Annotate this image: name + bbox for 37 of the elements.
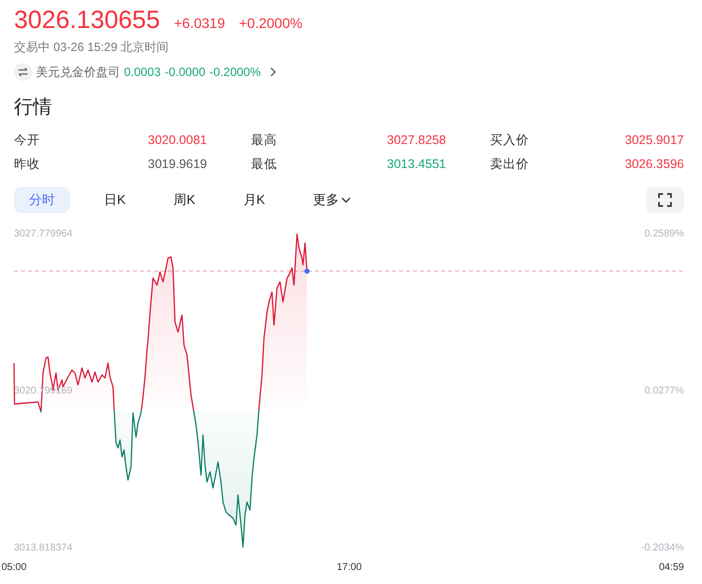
stat-value: 3013.4551 [386, 156, 446, 173]
percent-label: 0.0277% [644, 386, 684, 397]
price-change: +6.0319 [174, 15, 225, 31]
period-tab[interactable]: 日K [90, 187, 140, 213]
percent-change: +0.2000% [238, 15, 302, 31]
trading-status: 交易中 03-26 15:29 北京时间 [14, 39, 170, 56]
related-name[interactable]: 美元兑金价盘司 [36, 64, 120, 80]
related-price: 0.0003 [124, 65, 161, 79]
stat-value: 3020.0081 [148, 132, 207, 149]
fullscreen-button[interactable] [646, 187, 684, 213]
stat-value: 3025.9017 [624, 132, 684, 149]
time-label: 05:00 [1, 562, 27, 573]
stat-value: 3027.8258 [386, 132, 446, 149]
stat-label: 今开 [14, 132, 40, 149]
price: 3026.130655 [14, 5, 160, 36]
period-tab[interactable]: 周K [160, 187, 210, 213]
time-label: 17:00 [336, 562, 362, 573]
chevron-right-icon[interactable] [268, 66, 278, 78]
percent-label: 0.2589% [644, 228, 684, 240]
stat-value: 3019.9619 [148, 156, 207, 173]
time-label: 04:59 [658, 562, 684, 573]
stat-label: 卖出价 [490, 156, 529, 173]
related-change: -0.0000 [164, 65, 206, 79]
period-tab[interactable]: 分时 [14, 187, 70, 213]
period-tab[interactable]: 月K [229, 187, 280, 213]
percent-label: -0.2034% [641, 542, 684, 554]
swap-icon[interactable] [14, 63, 32, 81]
stat-label: 最高 [251, 132, 277, 149]
stat-label: 昨收 [14, 156, 40, 173]
fullscreen-icon [658, 193, 672, 207]
related-percent: -0.2000% [209, 65, 261, 79]
caret-icon [341, 196, 352, 204]
more-dropdown[interactable]: 更多 [299, 187, 366, 213]
stat-label: 最低 [251, 156, 277, 173]
stat-label: 买入价 [490, 132, 529, 149]
section-title: 行情 [14, 96, 53, 120]
stat-value: 3026.3596 [624, 156, 684, 173]
